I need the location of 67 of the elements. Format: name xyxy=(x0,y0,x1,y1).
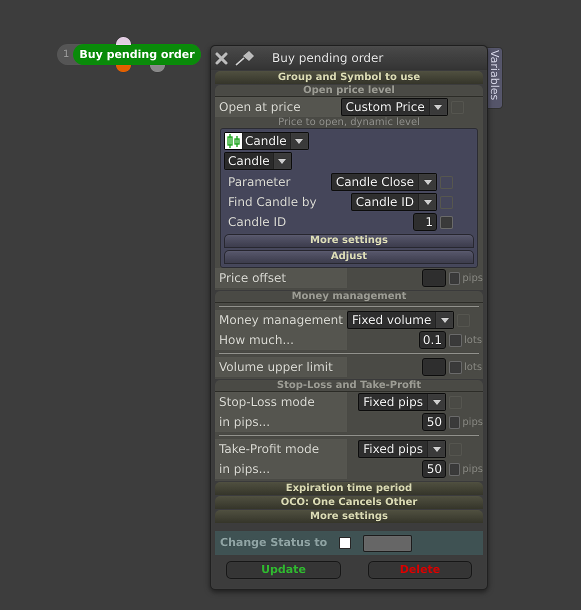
caret-icon xyxy=(295,138,304,144)
field-label: Take-Profit mode xyxy=(215,439,347,459)
unit-label: pips xyxy=(462,462,483,476)
pin-icon[interactable] xyxy=(234,50,256,66)
caret-icon xyxy=(432,400,440,404)
field-label: Stop-Loss mode xyxy=(215,392,347,412)
action-button[interactable]: Update xyxy=(226,561,341,579)
field-label: in pips... xyxy=(215,412,347,432)
unit-label: pips xyxy=(462,416,483,430)
close-icon[interactable] xyxy=(215,52,228,64)
window-title: Buy pending order xyxy=(272,50,384,67)
dropdown[interactable]: Custom Price xyxy=(340,98,448,116)
candle-icon xyxy=(227,134,240,148)
field-label: Find Candle by xyxy=(227,194,318,211)
checkbox[interactable] xyxy=(440,216,453,228)
number-field[interactable] xyxy=(422,358,446,376)
checkbox[interactable] xyxy=(449,416,460,428)
input-connector[interactable] xyxy=(116,37,131,45)
field-label: in pips... xyxy=(215,459,347,479)
caret-icon xyxy=(440,318,449,322)
dropdown[interactable]: Candle xyxy=(224,132,309,150)
dropdown[interactable]: Candle Close xyxy=(330,173,437,191)
flow-node[interactable]: 1 Buy pending order xyxy=(57,44,201,65)
section-button[interactable]: More settings xyxy=(224,234,474,248)
dropdown[interactable]: Candle ID xyxy=(350,193,437,211)
field-label: Open at price xyxy=(215,97,341,117)
checkbox[interactable] xyxy=(449,462,460,476)
field-label: Money management xyxy=(215,310,347,330)
dropdown[interactable]: Fixed volume xyxy=(346,311,454,329)
status-field[interactable] xyxy=(363,534,412,552)
unit-label: lots xyxy=(464,360,482,374)
section-header[interactable]: Expiration time period xyxy=(215,482,483,495)
number-field[interactable] xyxy=(422,269,446,287)
node-label: Buy pending order xyxy=(73,44,201,65)
dropdown[interactable]: Fixed pips xyxy=(358,440,446,458)
unit-label: lots xyxy=(464,334,482,348)
checkbox[interactable] xyxy=(449,272,460,284)
caret-icon xyxy=(424,200,432,204)
caret-icon xyxy=(424,180,432,184)
checkbox[interactable] xyxy=(449,360,462,374)
field-label: How much... xyxy=(215,330,347,350)
number-field[interactable]: 50 xyxy=(422,460,446,478)
output-connector[interactable] xyxy=(150,65,165,72)
field-label: Price offset xyxy=(215,268,347,288)
checkbox[interactable] xyxy=(449,334,462,346)
group-title: Money management xyxy=(215,291,483,303)
caret-icon xyxy=(432,446,440,452)
section-button[interactable]: Adjust xyxy=(224,250,474,264)
caret-icon xyxy=(278,158,286,164)
dropdown[interactable]: Fixed pips xyxy=(358,393,446,411)
status-label: Change Status to xyxy=(220,534,328,551)
field-label: Parameter xyxy=(227,174,292,191)
node-number: 1 xyxy=(63,48,70,62)
dropdown[interactable]: Candle xyxy=(224,152,292,170)
caption-text: Price to open, dynamic level xyxy=(277,117,421,128)
section-header[interactable]: More settings xyxy=(215,510,483,523)
number-field[interactable]: 0.1 xyxy=(418,331,446,349)
section-header[interactable]: OCO: One Cancels Other xyxy=(215,496,483,509)
field-label: Volume upper limit xyxy=(215,357,347,377)
unit-label: pips xyxy=(462,272,483,286)
number-field[interactable]: 1 xyxy=(413,213,437,231)
field-label: Candle ID xyxy=(227,214,288,231)
caret-icon xyxy=(434,104,442,110)
number-field[interactable]: 50 xyxy=(422,413,446,431)
output-connector[interactable] xyxy=(116,65,131,72)
section-header[interactable]: Group and Symbol to use xyxy=(215,71,483,84)
status-checkbox[interactable] xyxy=(339,537,352,549)
